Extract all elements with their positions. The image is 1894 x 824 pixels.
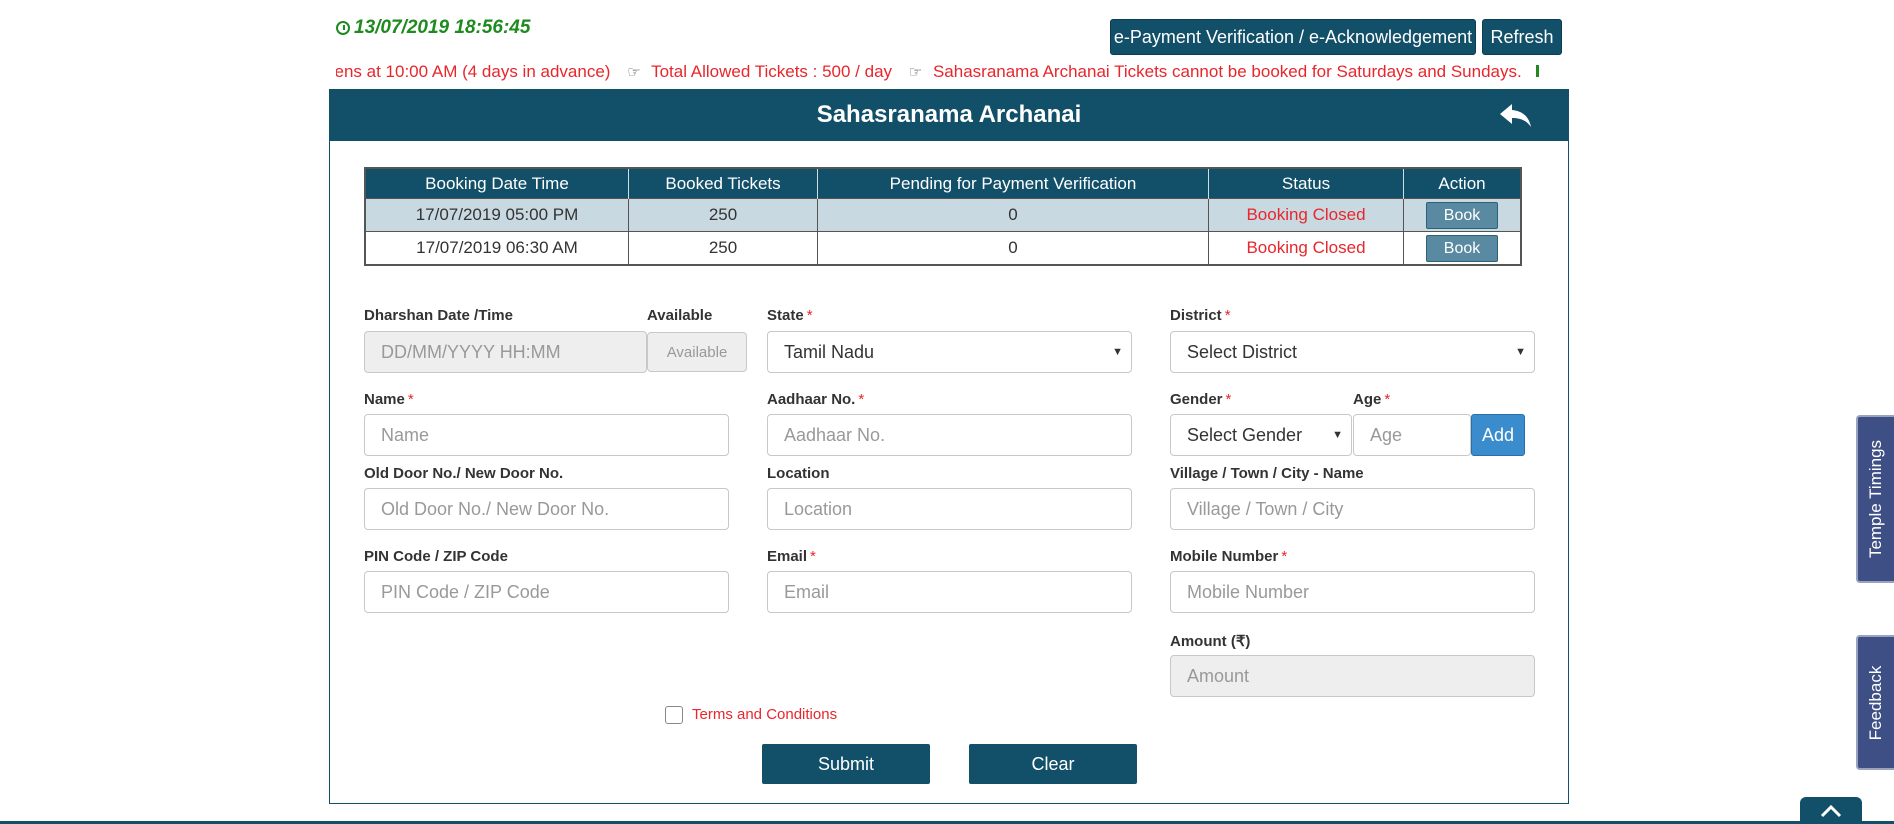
location-input[interactable]: Location [767, 488, 1132, 530]
required-mark: * [806, 307, 813, 324]
clock-icon [336, 21, 350, 35]
scroll-to-top-button[interactable] [1800, 797, 1862, 824]
pending-cell: 0 [817, 231, 1209, 265]
mobile-label: Mobile Number * [1170, 548, 1288, 565]
state-label: State * [767, 307, 813, 324]
terms-link[interactable]: Terms and Conditions [692, 706, 837, 723]
temple-timings-tab[interactable]: Temple Timings [1856, 415, 1894, 583]
booking-datetime-cell: 17/07/2019 05:00 PM [365, 198, 629, 232]
table-row: 17/07/2019 05:00 PM 250 0 Booking Closed… [365, 198, 1522, 232]
pending-cell: 0 [817, 198, 1209, 232]
district-label: District * [1170, 307, 1231, 324]
book-button[interactable]: Book [1426, 234, 1498, 262]
terms-checkbox[interactable] [665, 706, 683, 724]
pointing-hand-icon: ☞ [627, 64, 641, 81]
booking-datetime-cell: 17/07/2019 06:30 AM [365, 231, 629, 265]
door-no-label: Old Door No./ New Door No. [364, 465, 564, 482]
district-selected-value: Select District [1187, 341, 1298, 362]
add-person-button[interactable]: Add [1471, 414, 1525, 456]
village-input[interactable]: Village / Town / City [1170, 488, 1535, 530]
dropdown-caret-icon: ▼ [1515, 346, 1526, 358]
back-arrow-icon[interactable] [1498, 100, 1534, 130]
email-input[interactable]: Email [767, 571, 1132, 613]
amount-label: Amount (₹) [1170, 633, 1251, 650]
datetime-text: 13/07/2019 18:56:45 [354, 17, 531, 38]
page-title: Sahasranama Archanai [816, 101, 1082, 128]
required-mark: * [810, 548, 816, 565]
epayment-label: e-Payment Verification / e-Acknowledgeme… [1113, 26, 1473, 47]
gender-label: Gender * [1170, 391, 1232, 408]
email-label: Email * [767, 548, 816, 565]
state-selected-value: Tamil Nadu [784, 341, 875, 362]
booked-tickets-cell: 250 [628, 231, 818, 265]
status-cell: Booking Closed [1208, 231, 1404, 265]
booked-tickets-cell: 250 [628, 198, 818, 232]
required-mark: * [858, 391, 865, 408]
required-mark: * [407, 391, 414, 408]
dropdown-caret-icon: ▼ [1332, 429, 1343, 441]
door-no-input[interactable]: Old Door No./ New Door No. [364, 488, 729, 530]
age-input[interactable]: Age [1353, 414, 1471, 456]
ticker-item: Sahasranama Archanai Tickets cannot be b… [932, 62, 1522, 81]
datetime-display: 13/07/2019 18:56:45 [336, 17, 530, 39]
dropdown-caret-icon: ▼ [1112, 346, 1123, 358]
dharshan-date-label: Dharshan Date /Time [364, 307, 513, 324]
booking-slots-table: Booking Date Time Booked Tickets Pending… [364, 167, 1522, 266]
mobile-input[interactable]: Mobile Number [1170, 571, 1535, 613]
name-input[interactable]: Name [364, 414, 729, 456]
feedback-tab[interactable]: Feedback [1856, 635, 1894, 770]
required-mark: * [1224, 307, 1231, 324]
chevron-up-icon [1820, 804, 1842, 817]
panel-header: Sahasranama Archanai [329, 89, 1569, 141]
action-cell: Book [1403, 231, 1522, 265]
required-mark: * [1225, 391, 1232, 408]
refresh-button[interactable]: Refresh [1482, 19, 1562, 55]
column-header: Pending for Payment Verification [817, 168, 1209, 199]
submit-button[interactable]: Submit [762, 744, 930, 784]
pointing-hand-icon: ☞ [908, 64, 923, 81]
pin-code-input[interactable]: PIN Code / ZIP Code [364, 571, 729, 613]
amount-field: Amount [1170, 655, 1535, 697]
dharshan-date-input[interactable]: DD/MM/YYYY HH:MM [364, 331, 647, 373]
required-mark: * [1281, 548, 1288, 565]
ticker-marker [1536, 65, 1540, 77]
action-cell: Book [1403, 198, 1522, 232]
aadhaar-input[interactable]: Aadhaar No. [767, 414, 1132, 456]
available-label: Available [647, 307, 713, 324]
location-label: Location [767, 465, 830, 482]
name-label: Name * [364, 391, 414, 408]
pin-code-label: PIN Code / ZIP Code [364, 548, 508, 565]
refresh-label: Refresh [1490, 26, 1554, 47]
feedback-label: Feedback [1866, 665, 1885, 740]
clear-button[interactable]: Clear [969, 744, 1137, 784]
ticker-item: ɔens at 10:00 AM (4 days in advance) [336, 62, 611, 81]
epayment-verification-button[interactable]: e-Payment Verification / e-Acknowledgeme… [1110, 19, 1476, 55]
table-header-row: Booking Date Time Booked Tickets Pending… [365, 168, 1522, 199]
village-label: Village / Town / City - Name [1170, 465, 1364, 482]
temple-timings-label: Temple Timings [1866, 439, 1885, 559]
ticker-item: Total Allowed Tickets : 500 / day [651, 62, 893, 81]
state-select[interactable]: Tamil Nadu ▼ [767, 331, 1132, 373]
book-button[interactable]: Book [1426, 201, 1498, 229]
column-header: Action [1403, 168, 1522, 199]
column-header: Booking Date Time [365, 168, 629, 199]
gender-select[interactable]: Select Gender ▼ [1170, 414, 1352, 456]
aadhaar-label: Aadhaar No. * [767, 391, 865, 408]
table-row: 17/07/2019 06:30 AM 250 0 Booking Closed… [365, 231, 1522, 265]
column-header: Status [1208, 168, 1404, 199]
gender-selected-value: Select Gender [1187, 424, 1303, 445]
status-cell: Booking Closed [1208, 198, 1404, 232]
required-mark: * [1384, 391, 1391, 408]
column-header: Booked Tickets [628, 168, 818, 199]
announcement-ticker: ɔens at 10:00 AM (4 days in advance) ☞ T… [336, 60, 1570, 84]
age-label: Age * [1353, 391, 1391, 408]
available-count-field: Available [647, 332, 747, 372]
district-select[interactable]: Select District ▼ [1170, 331, 1535, 373]
